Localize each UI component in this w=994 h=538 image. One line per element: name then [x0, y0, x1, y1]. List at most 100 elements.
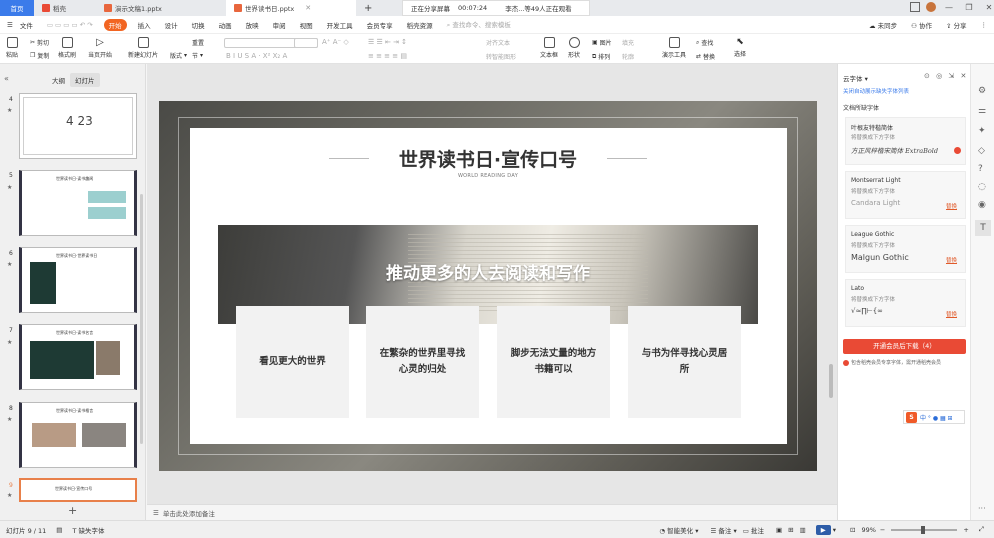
- menu-design[interactable]: 设计: [158, 20, 185, 30]
- tab-outline[interactable]: 大纲: [52, 75, 65, 85]
- collapse-panel-icon[interactable]: «: [4, 74, 9, 83]
- restore-icon[interactable]: ❐: [962, 3, 976, 12]
- panel-controls[interactable]: ⊙ ◎ ⇲ ✕: [924, 72, 968, 80]
- menu-animation[interactable]: 动画: [212, 20, 239, 30]
- shape-panel-icon[interactable]: ◇: [978, 146, 985, 156]
- play-slideshow-button[interactable]: ▶: [815, 524, 831, 535]
- more-tools-icon[interactable]: ···: [978, 504, 986, 513]
- select-button[interactable]: ⬉ 选择: [734, 37, 746, 58]
- menu-transition[interactable]: 切换: [185, 20, 212, 30]
- comments-toggle[interactable]: ▭ 批注: [743, 525, 764, 535]
- slide-thumbnail[interactable]: 世界读书日·读书趣闻: [19, 170, 137, 236]
- font-size-select[interactable]: [294, 38, 318, 48]
- fit-icon[interactable]: ⊡: [850, 526, 855, 534]
- tab-world-reading-day[interactable]: 世界读书日.pptx ✕: [226, 0, 356, 16]
- tab-slides[interactable]: 幻灯片: [70, 73, 100, 87]
- font-card[interactable]: Lato 将替换成下方字体 √≈∏⊢{∞ 替换: [845, 279, 966, 327]
- slide-thumbnail[interactable]: 世界读书日·读书格言: [19, 402, 137, 468]
- reset-button[interactable]: 重置: [192, 38, 204, 47]
- layout-button[interactable]: 版式 ▾: [170, 51, 187, 60]
- style-icon[interactable]: ⚙: [978, 86, 986, 96]
- sliders-icon[interactable]: ⚌: [978, 106, 986, 116]
- menu-developer[interactable]: 开发工具: [320, 20, 360, 30]
- slide-thumbnail[interactable]: 世界读书日·读书名言: [19, 324, 137, 390]
- avatar[interactable]: [926, 2, 936, 12]
- animation-icon[interactable]: ✦: [978, 126, 986, 136]
- slide-thumbnail-selected[interactable]: 世界读书日·宣传口号: [19, 478, 137, 502]
- outline-button[interactable]: 轮廓: [622, 52, 634, 61]
- home-tab[interactable]: 首页: [0, 0, 34, 16]
- arrange-button[interactable]: ⧉ 排列: [592, 52, 610, 62]
- slide-thumbnail[interactable]: 4 23: [19, 93, 137, 159]
- menu-home[interactable]: 开始: [103, 18, 127, 31]
- format-painter-button[interactable]: 格式刷: [58, 37, 76, 59]
- canvas-scrollbar[interactable]: [829, 364, 833, 398]
- zoom-level[interactable]: 99%: [861, 526, 875, 534]
- download-fonts-button[interactable]: 开通会员后下载（4）: [843, 339, 966, 354]
- font-format-icons[interactable]: B I U S A · X² X₂ A: [226, 52, 287, 60]
- quick-access-icons[interactable]: ▭ ▭ ▭ ▭ ↶ ↷: [40, 21, 100, 29]
- location-icon[interactable]: ◉: [978, 200, 986, 210]
- collab-button[interactable]: ⚇ 协作: [904, 20, 939, 30]
- zoom-in-icon[interactable]: +: [963, 526, 968, 534]
- new-slide-button[interactable]: 新建幻灯片: [128, 37, 158, 59]
- help-icon[interactable]: ?: [978, 164, 983, 174]
- replace-button[interactable]: ⇄ 替换: [696, 52, 715, 61]
- menu-slideshow[interactable]: 放映: [239, 20, 266, 30]
- section-button[interactable]: 节 ▾: [192, 51, 203, 60]
- notes-toggle[interactable]: ☰ 备注 ▾: [710, 525, 736, 535]
- new-tab-button[interactable]: +: [356, 0, 380, 16]
- menu-review[interactable]: 审阅: [266, 20, 293, 30]
- close-tab-icon[interactable]: ✕: [305, 4, 311, 12]
- copy-button[interactable]: ❐ 复制: [30, 51, 49, 60]
- paragraph-icons[interactable]: ☰ ☰ ⇤ ⇥ ↕: [368, 38, 407, 46]
- font-card[interactable]: Montserrat Light 将替换成下方字体 Candara Light …: [845, 171, 966, 219]
- align-icons[interactable]: ≡ ≡ ≡ ≡ ▤: [368, 52, 407, 60]
- menu-file[interactable]: 文件: [20, 20, 40, 30]
- paste-button[interactable]: 粘贴: [6, 37, 18, 59]
- auto-show-link[interactable]: 关闭自动展示缺失字体列表: [843, 87, 909, 95]
- view-grid-icon[interactable]: ⊞: [788, 526, 793, 534]
- replace-font-link[interactable]: 替换: [946, 202, 957, 210]
- shape-button[interactable]: 形状: [568, 37, 580, 59]
- replace-font-link[interactable]: 替换: [946, 310, 957, 318]
- notes-bar[interactable]: ☰ 单击此处添加备注: [147, 504, 837, 520]
- menu-icon[interactable]: ☰: [0, 21, 20, 29]
- tab-presentation-1[interactable]: 演示文稿1.pptx: [96, 0, 226, 16]
- font-size-icons[interactable]: A⁺ A⁻ ◇: [322, 38, 349, 46]
- font-card[interactable]: 叶根友特楷简体 将替换成下方字体 方正风梓楷宋简体 ExtraBold: [845, 117, 966, 165]
- design-icon[interactable]: ◌: [978, 182, 986, 192]
- spellcheck-icon[interactable]: ▤: [56, 526, 62, 534]
- replace-font-link[interactable]: 替换: [946, 256, 957, 264]
- play-options-icon[interactable]: ▾: [833, 526, 836, 534]
- play-from-current-button[interactable]: ▷ 当页开始: [88, 37, 112, 59]
- menu-member[interactable]: 会员专享: [360, 20, 400, 30]
- sync-button[interactable]: ☁ 未同步: [862, 20, 904, 30]
- slide[interactable]: 世界读书日·宣传口号 WORLD READING DAY 推动更多的人去阅读和写…: [159, 101, 817, 471]
- beautify-button[interactable]: ◔ 智能美化 ▾: [659, 525, 698, 535]
- font-panel-icon[interactable]: T: [975, 220, 991, 236]
- view-normal-icon[interactable]: ▣: [776, 526, 782, 534]
- menu-insert[interactable]: 插入: [131, 20, 158, 30]
- close-window-icon[interactable]: ✕: [982, 3, 994, 12]
- find-button[interactable]: ⌕ 查找: [696, 38, 713, 48]
- zoom-slider-thumb[interactable]: [921, 525, 926, 534]
- font-card[interactable]: League Gothic 将替换成下方字体 Malgun Gothic 替换: [845, 225, 966, 273]
- menu-resources[interactable]: 稻壳资源: [400, 20, 440, 30]
- menu-view[interactable]: 视图: [293, 20, 320, 30]
- add-slide-button[interactable]: +: [68, 504, 77, 517]
- share-button[interactable]: ⇪ 分享: [939, 20, 974, 30]
- viewers-count[interactable]: 李杰...等49人正在观看: [505, 3, 571, 13]
- fullscreen-icon[interactable]: ⤢: [979, 525, 984, 534]
- image-button[interactable]: ▣ 图片: [592, 38, 612, 47]
- zoom-slider[interactable]: [891, 525, 958, 534]
- missing-font-button[interactable]: T 缺失字体: [72, 525, 104, 535]
- presenter-tool-button[interactable]: 演示工具: [662, 37, 686, 59]
- align-text-button[interactable]: 对齐文本: [486, 38, 510, 47]
- search-command[interactable]: ⌕ 查找命令、搜索模板: [440, 19, 518, 30]
- ime-toolbar[interactable]: S 中 ° ● ▦ ⊞: [903, 410, 965, 424]
- more-icon[interactable]: ⋮: [974, 21, 994, 29]
- cut-button[interactable]: ✂ 剪切: [30, 38, 49, 47]
- view-reading-icon[interactable]: ▥: [800, 526, 806, 534]
- tab-daoke[interactable]: 稻壳: [34, 0, 96, 16]
